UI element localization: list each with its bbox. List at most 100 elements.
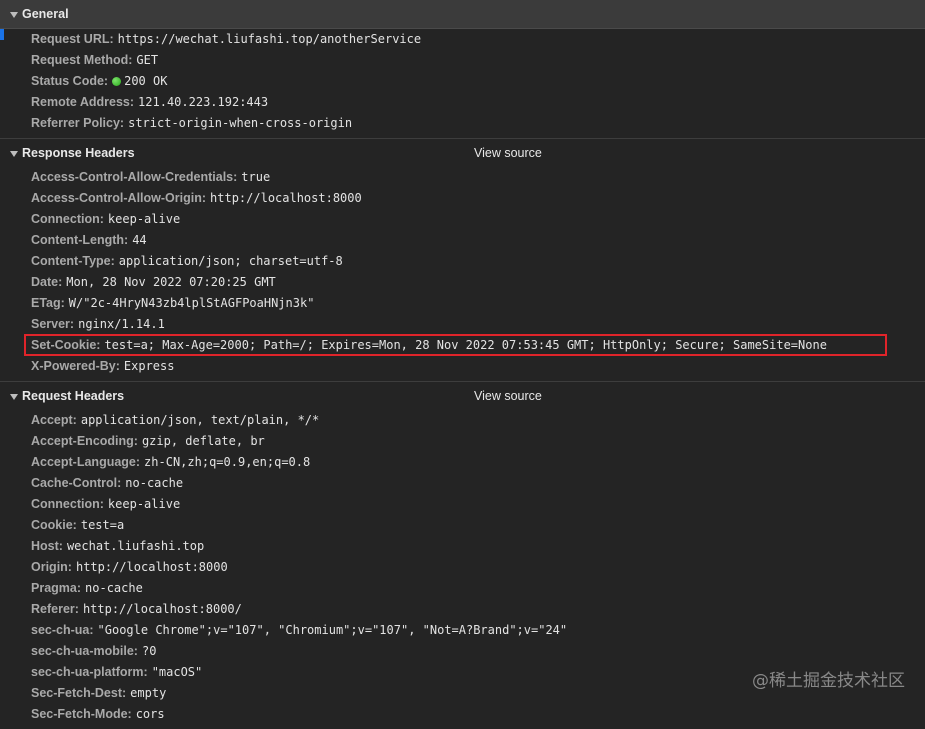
header-value: https://wechat.liufashi.top/anotherServi… [117, 32, 422, 46]
response-view-source-link[interactable]: View source [474, 146, 542, 160]
header-key: Connection: [31, 212, 104, 226]
header-value: "Google Chrome";v="107", "Chromium";v="1… [97, 623, 568, 637]
header-key: Host: [31, 539, 63, 553]
header-key: Accept-Encoding: [31, 434, 138, 448]
header-value: zh-CN,zh;q=0.9,en;q=0.8 [144, 455, 311, 469]
header-key: Request Method: [31, 53, 133, 67]
general-row: Referrer Policy: strict-origin-when-cross… [0, 113, 925, 134]
collapse-triangle-icon [10, 393, 18, 400]
header-value: http://localhost:8000 [210, 191, 362, 205]
header-value: application/json, text/plain, */* [80, 413, 320, 427]
header-key: sec-ch-ua-mobile: [31, 644, 138, 658]
header-value: gzip, deflate, br [141, 434, 265, 448]
general-section: General Request URL: https://wechat.liufa… [0, 0, 925, 139]
request-headers-title: Request Headers [22, 389, 125, 403]
response-header-row: Access-Control-Allow-Origin: http://local… [0, 188, 925, 209]
header-key: Set-Cookie: [31, 338, 101, 352]
request-header-row: Referer: http://localhost:8000/ [0, 599, 925, 620]
header-key: sec-ch-ua: [31, 623, 94, 637]
response-header-row: Access-Control-Allow-Credentials: true [0, 167, 925, 188]
header-value: no-cache [125, 476, 184, 490]
header-key: ETag: [31, 296, 65, 310]
request-headers-header[interactable]: Request Headers View source [0, 382, 925, 410]
header-value: 44 [132, 233, 147, 247]
response-header-row: Content-Type: application/json; charset=u… [0, 251, 925, 272]
general-row: Remote Address: 121.40.223.192:443 [0, 92, 925, 113]
header-value: http://localhost:8000 [75, 560, 228, 574]
header-value: true [241, 170, 271, 184]
header-key: Access-Control-Allow-Credentials: [31, 170, 238, 184]
general-rows: Request URL: https://wechat.liufashi.top/… [0, 29, 925, 138]
header-value: Mon, 28 Nov 2022 07:20:25 GMT [66, 275, 276, 289]
header-value: no-cache [85, 581, 143, 595]
header-value: W/"2c-4HryN43zb4lplStAGFPoaHNjn3k" [68, 296, 315, 310]
response-header-row: Server: nginx/1.14.1 [0, 314, 925, 335]
header-value: GET [136, 53, 159, 67]
general-row: Status Code: 200 OK [0, 71, 925, 92]
header-value: application/json; charset=utf-8 [118, 254, 343, 268]
header-value: 121.40.223.192:443 [138, 95, 269, 109]
general-header[interactable]: General [0, 0, 925, 29]
request-header-row: Cookie: test=a [0, 515, 925, 536]
header-key: Referrer Policy: [31, 116, 125, 130]
header-key: Content-Length: [31, 233, 129, 247]
response-header-row: Content-Length: 44 [0, 230, 925, 251]
request-header-row: Cache-Control: no-cache [0, 473, 925, 494]
request-header-row: Pragma: no-cache [0, 578, 925, 599]
header-value: ?0 [141, 644, 157, 658]
watermark: @稀土掘金技术社区 [752, 671, 905, 691]
header-key: Sec-Fetch-Dest: [31, 686, 127, 700]
header-key: Sec-Fetch-Mode: [31, 707, 132, 721]
header-key: Content-Type: [31, 254, 115, 268]
header-value: wechat.liufashi.top [66, 539, 205, 553]
collapse-triangle-icon [10, 11, 18, 18]
response-header-row: X-Powered-By: Express [0, 356, 925, 377]
header-key: X-Powered-By: [31, 359, 120, 373]
header-value: keep-alive [107, 212, 181, 226]
header-key: Access-Control-Allow-Origin: [31, 191, 207, 205]
header-value: http://localhost:8000/ [82, 602, 242, 616]
request-header-row: Accept: application/json, text/plain, */* [0, 410, 925, 431]
general-row: Request URL: https://wechat.liufashi.top/… [0, 29, 925, 50]
header-key: Pragma: [31, 581, 82, 595]
response-headers-section: Response Headers View source Access-Cont… [0, 139, 925, 382]
request-header-row: Host: wechat.liufashi.top [0, 536, 925, 557]
header-key: Connection: [31, 497, 104, 511]
header-key: Cache-Control: [31, 476, 122, 490]
request-header-row: sec-ch-ua: "Google Chrome";v="107", "Chro… [0, 620, 925, 641]
header-key: Accept-Language: [31, 455, 141, 469]
header-value: 200 OK [124, 74, 168, 88]
header-key: Origin: [31, 560, 72, 574]
general-title: General [22, 7, 69, 21]
request-header-row: Origin: http://localhost:8000 [0, 557, 925, 578]
response-headers-header[interactable]: Response Headers View source [0, 139, 925, 167]
request-header-row: Accept-Language: zh-CN,zh;q=0.9,en;q=0.8 [0, 452, 925, 473]
response-header-row: ETag: W/"2c-4HryN43zb4lplStAGFPoaHNjn3k" [0, 293, 925, 314]
header-value: strict-origin-when-cross-origin [128, 116, 353, 130]
header-value: nginx/1.14.1 [78, 317, 165, 331]
header-key: Status Code: [31, 74, 109, 88]
response-headers-title: Response Headers [22, 146, 135, 160]
response-header-row: Connection: keep-alive [0, 209, 925, 230]
collapse-triangle-icon [10, 150, 18, 157]
status-ok-icon [112, 76, 122, 86]
header-key: Accept: [31, 413, 77, 427]
header-value: Express [123, 359, 175, 373]
request-view-source-link[interactable]: View source [474, 389, 542, 403]
request-header-row: Connection: keep-alive [0, 494, 925, 515]
request-header-row: sec-ch-ua-mobile: ?0 [0, 641, 925, 662]
header-key: sec-ch-ua-platform: [31, 665, 148, 679]
response-headers-rows: Access-Control-Allow-Credentials: true Ac… [0, 167, 925, 381]
request-header-row: Sec-Fetch-Mode: cors [0, 704, 925, 725]
header-value: cors [135, 707, 165, 721]
header-value: test=a [80, 518, 125, 532]
header-key: Request URL: [31, 32, 114, 46]
header-key: Server: [31, 317, 75, 331]
response-header-row: Date: Mon, 28 Nov 2022 07:20:25 GMT [0, 272, 925, 293]
header-key: Date: [31, 275, 63, 289]
header-key: Cookie: [31, 518, 77, 532]
header-key: Referer: [31, 602, 79, 616]
header-value: keep-alive [107, 497, 181, 511]
set-cookie-row: Set-Cookie: test=a; Max-Age=2000; Path=/;… [0, 335, 925, 356]
header-value: empty [130, 686, 167, 700]
